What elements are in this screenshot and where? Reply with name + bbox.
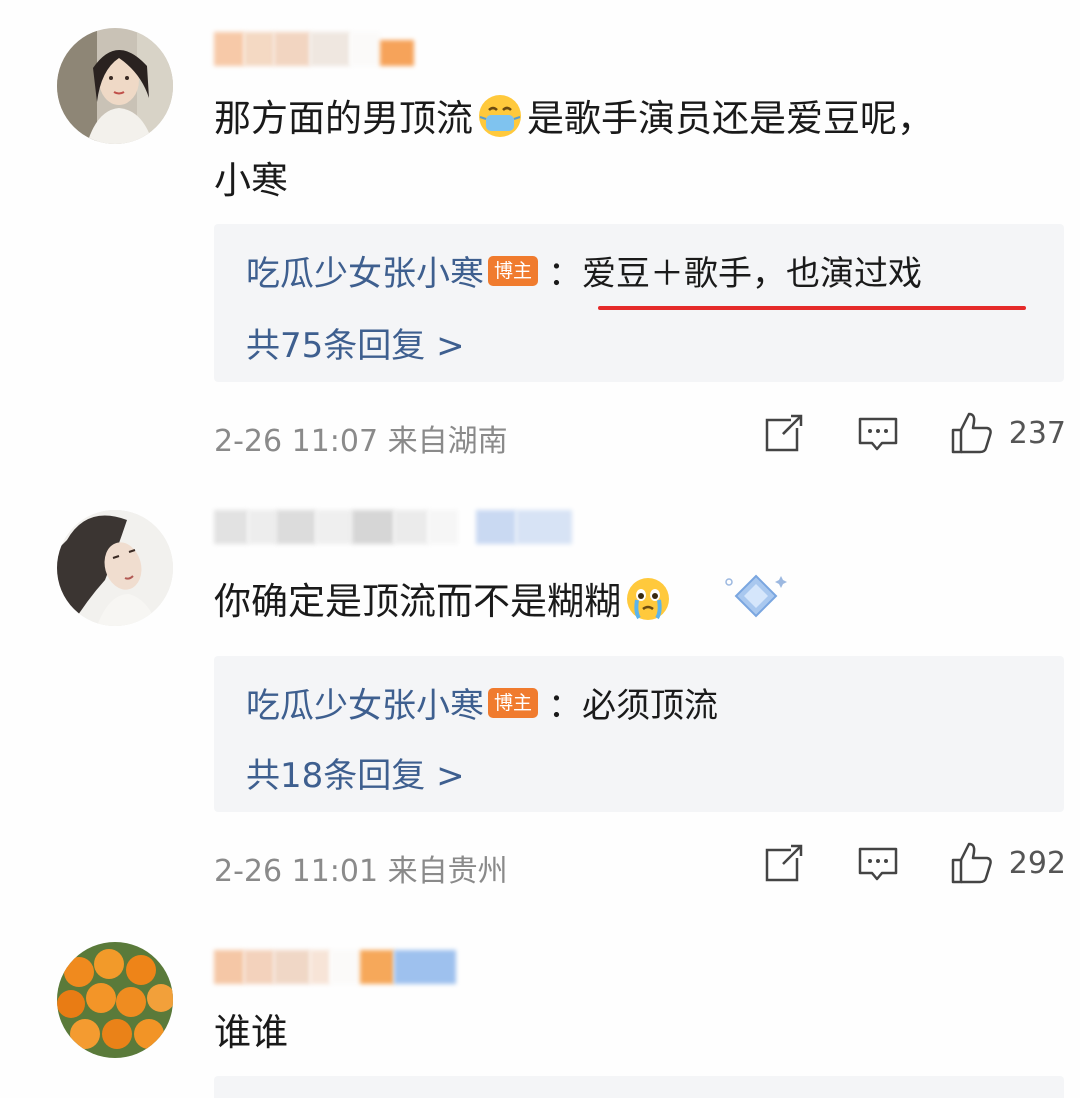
author-badge: 博主 bbox=[488, 255, 539, 286]
reply-count-link[interactable]: 共18条回复 > bbox=[246, 748, 465, 797]
avatar[interactable] bbox=[57, 510, 173, 626]
like-count: 292 bbox=[1008, 845, 1066, 881]
comment-item: 你确定是顶流而不是糊糊 吃瓜少女张小寒 博主 ：必须顶流 共18条回复 > 2-… bbox=[0, 490, 1080, 930]
comment-text-part: 谁谁 bbox=[214, 1011, 288, 1054]
share-icon[interactable] bbox=[761, 410, 807, 456]
comment-feed: 那方面的男顶流 是歌手演员还是爱豆呢， 小寒 吃瓜少女张小寒 博主 ：爱豆＋歌手，… bbox=[0, 0, 1080, 1098]
username-blurred[interactable] bbox=[214, 510, 572, 550]
comment-text: 谁谁 bbox=[214, 1002, 1040, 1064]
comment-icon[interactable] bbox=[855, 840, 901, 886]
mask-face-emoji bbox=[477, 93, 523, 139]
reply-line: 吃瓜少女张小寒 博主 ：爱豆＋歌手，也演过戏 bbox=[246, 246, 922, 295]
reply-text: ：爱豆＋歌手，也演过戏 bbox=[548, 254, 923, 294]
reply-text: ：必须顶流 bbox=[548, 686, 719, 726]
share-icon[interactable] bbox=[761, 840, 807, 886]
comment-actions: 237 bbox=[761, 410, 1066, 456]
username-blurred[interactable] bbox=[214, 950, 456, 990]
comment-text-part: 你确定是顶流而不是糊糊 bbox=[214, 580, 621, 623]
reply-count-link[interactable]: 共75条回复 > bbox=[246, 318, 465, 367]
crying-face-emoji bbox=[625, 576, 671, 622]
highlight-underline bbox=[598, 306, 1026, 310]
sticker-diamond-icon bbox=[721, 568, 791, 647]
comment-meta: 2-26 11:01 来自贵州 bbox=[214, 854, 508, 889]
comment-actions: 292 bbox=[761, 840, 1066, 886]
like-count: 237 bbox=[1008, 415, 1066, 451]
reply-preview[interactable]: 吃瓜少女张小寒 博主 ：必须顶流 共18条回复 > bbox=[214, 656, 1064, 812]
comment-meta: 2-26 11:07 来自湖南 bbox=[214, 424, 508, 459]
comment-text-part: 那方面的男顶流 bbox=[214, 97, 473, 140]
comment-text: 你确定是顶流而不是糊糊 bbox=[214, 568, 1040, 647]
comment-text-part: 是歌手演员还是爱豆呢， bbox=[527, 97, 934, 140]
author-badge: 博主 bbox=[488, 687, 539, 718]
avatar[interactable] bbox=[57, 28, 173, 144]
username-blurred[interactable] bbox=[214, 32, 414, 72]
reply-author[interactable]: 吃瓜少女张小寒 bbox=[246, 678, 484, 727]
comment-text: 那方面的男顶流 是歌手演员还是爱豆呢， 小寒 bbox=[214, 88, 1040, 212]
comment-icon[interactable] bbox=[855, 410, 901, 456]
reply-preview[interactable] bbox=[214, 1076, 1064, 1098]
thumbs-up-icon[interactable] bbox=[949, 410, 995, 456]
comment-text-part: 小寒 bbox=[214, 159, 288, 202]
avatar[interactable] bbox=[57, 942, 173, 1058]
reply-preview[interactable]: 吃瓜少女张小寒 博主 ：爱豆＋歌手，也演过戏 共75条回复 > bbox=[214, 224, 1064, 382]
thumbs-up-icon[interactable] bbox=[949, 840, 995, 886]
reply-author[interactable]: 吃瓜少女张小寒 bbox=[246, 246, 484, 295]
reply-line: 吃瓜少女张小寒 博主 ：必须顶流 bbox=[246, 678, 718, 727]
comment-item: 那方面的男顶流 是歌手演员还是爱豆呢， 小寒 吃瓜少女张小寒 博主 ：爱豆＋歌手，… bbox=[0, 0, 1080, 480]
comment-item: 谁谁 bbox=[0, 930, 1080, 1098]
